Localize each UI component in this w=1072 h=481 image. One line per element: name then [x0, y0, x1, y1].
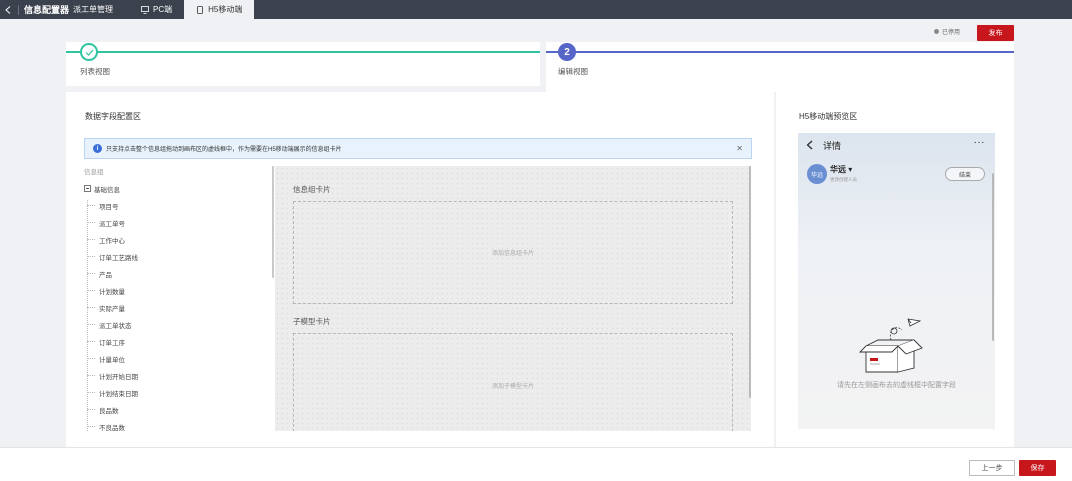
tree-header: 信息组: [84, 169, 104, 176]
top-bar: 信息配置器 派工单管理 PC端 H5移动端: [0, 0, 1072, 19]
step-label: 列表视图: [80, 67, 110, 76]
tree-item[interactable]: 订单工序: [84, 333, 272, 350]
tab-pc-label: PC端: [153, 5, 173, 14]
phone-preview: 详情 ··· 华远 华远 ▾ 更改创建人员 结束 请先在左侧画布去的虚线框中配置…: [798, 133, 995, 429]
layout-canvas: 信息组卡片 添加信息组卡片 子模型卡片 添加子模型卡片: [275, 166, 751, 431]
check-icon: [85, 49, 93, 56]
app-title: 信息配置器: [24, 5, 70, 15]
tree-group-label: 基础信息: [94, 186, 120, 194]
user-name-text: 华远: [830, 165, 846, 174]
field-tree: 信息组 基础信息 项目号 派工单号 工作中心 订单工艺路线 产品 计划数量 实际…: [84, 166, 272, 431]
app-subtitle: 派工单管理: [73, 5, 114, 14]
info-card-dropzone[interactable]: 添加信息组卡片: [293, 201, 733, 304]
close-icon[interactable]: ✕: [736, 144, 743, 153]
tree-item[interactable]: 派工单号: [84, 214, 272, 231]
status-dot: [934, 29, 939, 34]
collapse-icon[interactable]: [84, 185, 91, 192]
empty-text: 请先在左侧画布去的虚线框中配置字段: [837, 382, 956, 389]
phone-scrollbar[interactable]: [992, 173, 994, 341]
h5-preview-panel: H5移动端预览区 详情 ··· 华远 华远 ▾ 更改创建人员 结束 请先在左侧画…: [776, 92, 1014, 447]
tab-h5-label: H5移动端: [208, 5, 243, 14]
preview-title: H5移动端预览区: [799, 112, 858, 121]
tab-h5[interactable]: H5移动端: [184, 0, 255, 19]
tree-item[interactable]: 计划数量: [84, 282, 272, 299]
tree-item[interactable]: 订单工艺路线: [84, 248, 272, 265]
status-indicator: 已停用: [934, 27, 960, 36]
end-button: 结束: [945, 167, 985, 181]
step-done-circle: [80, 43, 98, 61]
mobile-icon: [197, 5, 204, 14]
chevron-left-icon: [5, 5, 11, 14]
phone-title: 详情: [823, 140, 842, 151]
tree-item[interactable]: 计划开始日期: [84, 367, 272, 384]
tree-item[interactable]: 派工单状态: [84, 316, 272, 333]
step-edit-view[interactable]: 2 编辑视图: [546, 42, 1014, 92]
step-list-view[interactable]: 列表视图: [66, 42, 540, 86]
back-button[interactable]: [0, 0, 16, 19]
user-subtext: 更改创建人员: [830, 177, 857, 182]
tree-item[interactable]: 产品: [84, 265, 272, 282]
step-label: 编辑视图: [558, 67, 588, 76]
tree-item[interactable]: 良品数: [84, 401, 272, 418]
user-name: 华远 ▾: [830, 165, 853, 174]
info-notice: i 只支持点击整个信息组拖动到画布区的虚线框中，作为需要在H5移动端展示的信息组…: [84, 138, 752, 159]
info-card-label: 信息组卡片: [293, 185, 331, 194]
step-progress-line: [546, 51, 1014, 53]
tree-item[interactable]: 计划结束日期: [84, 384, 272, 401]
notice-text: 只支持点击整个信息组拖动到画布区的虚线框中，作为需要在H5移动端展示的信息组卡片: [106, 147, 342, 153]
chevron-left-icon: [806, 140, 813, 150]
tree-item[interactable]: 实际产量: [84, 299, 272, 316]
avatar: 华远: [807, 164, 827, 184]
save-button[interactable]: 保存: [1019, 460, 1056, 476]
tab-pc[interactable]: PC端: [129, 0, 184, 19]
info-icon: i: [93, 144, 102, 153]
config-title: 数据字段配置区: [85, 112, 141, 121]
tree-group-basic-info[interactable]: 基础信息: [84, 180, 272, 197]
publish-button[interactable]: 发布: [977, 25, 1014, 41]
tree-scrollbar[interactable]: [272, 166, 274, 278]
step-progress-line: [66, 51, 540, 53]
status-text: 已停用: [942, 30, 961, 36]
phone-header: 详情 ···: [798, 133, 995, 157]
tree-item[interactable]: 工作中心: [84, 231, 272, 248]
canvas-scrollbar[interactable]: [749, 166, 751, 398]
empty-box-icon: [858, 318, 923, 373]
prev-step-button[interactable]: 上一步: [969, 460, 1015, 476]
footer-bar: 上一步 保存: [0, 447, 1072, 481]
sub-card-dropzone[interactable]: 添加子模型卡片: [293, 333, 733, 431]
more-icon: ···: [973, 137, 985, 148]
tree-item[interactable]: 不良品数: [84, 418, 272, 431]
monitor-icon: [141, 5, 149, 14]
step-number: 2: [558, 43, 576, 61]
tree-item[interactable]: 项目号: [84, 197, 272, 214]
sub-card-label: 子模型卡片: [293, 317, 331, 326]
tree-item[interactable]: 计量单位: [84, 350, 272, 367]
data-field-config-panel: 数据字段配置区 i 只支持点击整个信息组拖动到画布区的虚线框中，作为需要在H5移…: [66, 92, 774, 447]
divider: [18, 4, 19, 15]
